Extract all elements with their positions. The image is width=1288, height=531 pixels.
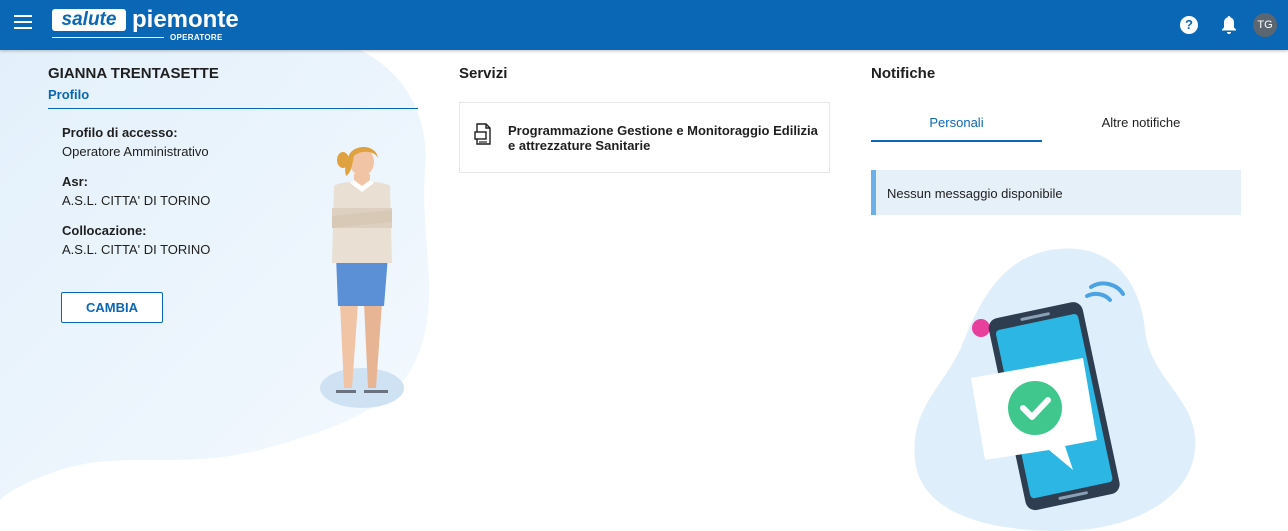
logo-subtitle: OPERATORE xyxy=(170,33,223,42)
user-avatar[interactable]: TG xyxy=(1253,13,1277,37)
phone-notification-illustration xyxy=(971,281,1125,511)
asr-value: A.S.L. CITTA' DI TORINO xyxy=(62,193,211,208)
tab-personal[interactable]: Personali xyxy=(871,115,1042,130)
woman-illustration xyxy=(320,146,404,408)
profile-divider xyxy=(48,108,418,109)
help-icon[interactable]: ? xyxy=(1180,16,1198,34)
logo-wordmark: piemonte xyxy=(132,6,239,33)
access-profile-label: Profilo di accesso: xyxy=(62,125,178,140)
bell-icon[interactable] xyxy=(1221,15,1237,35)
profile-name: GIANNA TRENTASETTE xyxy=(48,65,219,82)
profile-subtitle: Profilo xyxy=(48,87,90,102)
change-profile-button[interactable]: CAMBIA xyxy=(61,292,163,323)
logo-badge: salute xyxy=(52,9,126,31)
tab-other-notifications[interactable]: Altre notifiche xyxy=(1056,115,1226,130)
empty-notifications-text: Nessun messaggio disponibile xyxy=(887,186,1063,201)
logo-divider xyxy=(52,37,164,38)
menu-icon[interactable] xyxy=(14,15,32,31)
active-tab-indicator xyxy=(871,140,1042,142)
access-profile-value: Operatore Amministrativo xyxy=(62,144,209,159)
asr-label: Asr: xyxy=(62,174,89,189)
collocation-value: A.S.L. CITTA' DI TORINO xyxy=(62,242,211,257)
collocation-label: Collocazione: xyxy=(62,223,147,238)
services-title: Servizi xyxy=(459,65,508,82)
empty-notifications-notice: Nessun messaggio disponibile xyxy=(871,170,1241,215)
top-navigation-bar: salute piemonte OPERATORE ? TG xyxy=(0,0,1288,50)
notifications-title: Notifiche xyxy=(871,65,936,82)
service-label: Programmazione Gestione e Monitoraggio E… xyxy=(508,123,818,153)
document-icon xyxy=(474,123,491,145)
service-card[interactable]: Programmazione Gestione e Monitoraggio E… xyxy=(459,102,830,173)
